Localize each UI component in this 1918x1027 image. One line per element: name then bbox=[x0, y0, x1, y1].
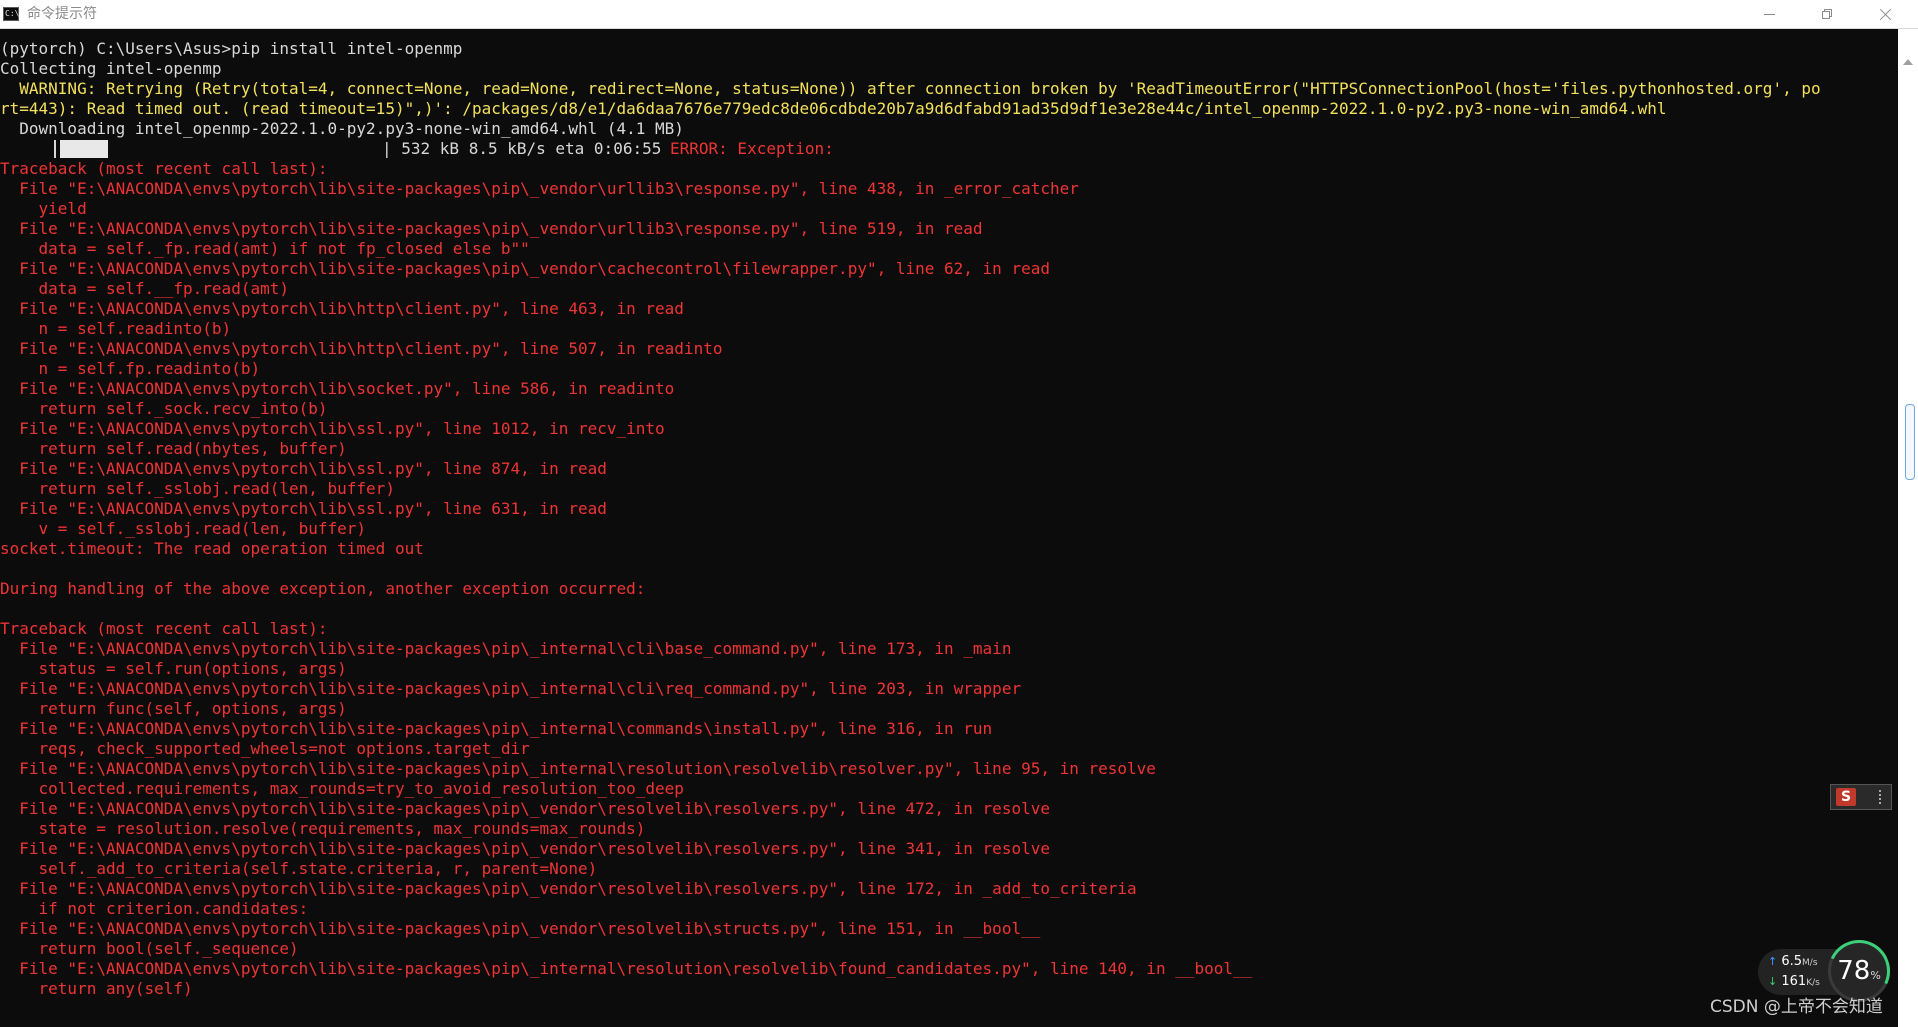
console-line: File "E:\ANACONDA\envs\pytorch\lib\site-… bbox=[0, 639, 1012, 658]
console-line: File "E:\ANACONDA\envs\pytorch\lib\ssl.p… bbox=[0, 419, 665, 438]
console-line: rt=443): Read timed out. (read timeout=1… bbox=[0, 99, 1667, 118]
csdn-watermark: CSDN @上帝不会知道 bbox=[1710, 997, 1883, 1017]
console-line: socket.timeout: The read operation timed… bbox=[0, 539, 424, 558]
window-title: 命令提示符 bbox=[27, 6, 97, 22]
console-line: File "E:\ANACONDA\envs\pytorch\lib\site-… bbox=[0, 759, 1156, 778]
console-line: data = self.__fp.read(amt) bbox=[0, 279, 289, 298]
console-line: Collecting intel-openmp bbox=[0, 59, 222, 78]
console-line: Downloading intel_openmp-2022.1.0-py2.py… bbox=[0, 119, 684, 138]
console-line: File "E:\ANACONDA\envs\pytorch\lib\site-… bbox=[0, 919, 1041, 938]
console-line: File "E:\ANACONDA\envs\pytorch\lib\site-… bbox=[0, 219, 983, 238]
close-icon bbox=[1879, 8, 1892, 21]
console-line: Traceback (most recent call last): bbox=[0, 619, 328, 638]
minimize-button[interactable] bbox=[1740, 0, 1798, 28]
download-progress-status: | 532 kB 8.5 kB/s eta 0:06:55 bbox=[382, 139, 662, 158]
console-line: v = self._sslobj.read(len, buffer) bbox=[0, 519, 367, 538]
sogou-ime-icon[interactable]: S bbox=[1836, 788, 1856, 806]
memory-usage-gauge[interactable]: 78% bbox=[1819, 931, 1899, 1011]
scroll-thumb[interactable] bbox=[1905, 404, 1915, 480]
console-line: During handling of the above exception, … bbox=[0, 579, 646, 598]
console-line: return any(self) bbox=[0, 979, 193, 998]
upload-speed: ↑ 6.5M/s bbox=[1768, 954, 1818, 971]
console-line: File "E:\ANACONDA\envs\pytorch\lib\socke… bbox=[0, 379, 675, 398]
console-line: File "E:\ANACONDA\envs\pytorch\lib\ssl.p… bbox=[0, 499, 607, 518]
console-line: (pytorch) C:\Users\Asus>pip install inte… bbox=[0, 39, 463, 58]
vertical-scrollbar[interactable] bbox=[1898, 29, 1918, 1027]
download-arrow-icon: ↓ bbox=[1768, 975, 1778, 988]
network-monitor-widget[interactable]: ↑ 6.5M/s ↓ 161K/s 78% bbox=[1758, 931, 1899, 1011]
ime-toolbar[interactable]: S bbox=[1830, 784, 1892, 810]
gauge-percent: 78% bbox=[1831, 957, 1887, 990]
console-line: yield bbox=[0, 199, 87, 218]
scroll-up-arrow-icon[interactable] bbox=[1903, 59, 1913, 65]
progress-bar-edge bbox=[54, 140, 56, 158]
console-line: status = self.run(options, args) bbox=[0, 659, 347, 678]
restore-button[interactable] bbox=[1798, 0, 1856, 28]
console-line: state = resolution.resolve(requirements,… bbox=[0, 819, 646, 838]
console-line: reqs, check_supported_wheels=not options… bbox=[0, 739, 530, 758]
console-line: self._add_to_criteria(self.state.criteri… bbox=[0, 859, 598, 878]
console-line: File "E:\ANACONDA\envs\pytorch\lib\site-… bbox=[0, 959, 1253, 978]
minimize-icon bbox=[1763, 13, 1775, 15]
restore-icon bbox=[1821, 8, 1833, 20]
cmd-icon: C:\ bbox=[3, 7, 19, 21]
download-speed: ↓ 161K/s bbox=[1768, 974, 1820, 991]
console-line: File "E:\ANACONDA\envs\pytorch\lib\site-… bbox=[0, 839, 1050, 858]
console-line: File "E:\ANACONDA\envs\pytorch\lib\site-… bbox=[0, 799, 1050, 818]
console-line: return self._sock.recv_into(b) bbox=[0, 399, 328, 418]
console-line: File "E:\ANACONDA\envs\pytorch\lib\ssl.p… bbox=[0, 459, 607, 478]
console-line: File "E:\ANACONDA\envs\pytorch\lib\http\… bbox=[0, 299, 684, 318]
close-button[interactable] bbox=[1856, 0, 1914, 28]
console-line: File "E:\ANACONDA\envs\pytorch\lib\site-… bbox=[0, 679, 1022, 698]
gauge-percent-value: 78 bbox=[1837, 956, 1871, 986]
console-output[interactable]: (pytorch) C:\Users\Asus>pip install inte… bbox=[0, 29, 1898, 1027]
console-line: n = self.readinto(b) bbox=[0, 319, 232, 338]
console-line: File "E:\ANACONDA\envs\pytorch\lib\http\… bbox=[0, 339, 723, 358]
upload-speed-value: 6.5 bbox=[1781, 954, 1803, 969]
console-line: collected.requirements, max_rounds=try_t… bbox=[0, 779, 684, 798]
gauge-percent-unit: % bbox=[1870, 969, 1881, 982]
download-speed-value: 161 bbox=[1781, 974, 1807, 989]
console-line: File "E:\ANACONDA\envs\pytorch\lib\site-… bbox=[0, 259, 1050, 278]
upload-speed-unit: M/s bbox=[1802, 958, 1818, 968]
console-line: File "E:\ANACONDA\envs\pytorch\lib\site-… bbox=[0, 179, 1079, 198]
console-line: return self.read(nbytes, buffer) bbox=[0, 439, 347, 458]
console-line: data = self._fp.read(amt) if not fp_clos… bbox=[0, 239, 530, 258]
title-bar: C:\ 命令提示符 bbox=[0, 0, 1918, 29]
console-line: n = self.fp.readinto(b) bbox=[0, 359, 261, 378]
console-line: if not criterion.candidates: bbox=[0, 899, 309, 918]
console-line: return self._sslobj.read(len, buffer) bbox=[0, 479, 395, 498]
console-line: File "E:\ANACONDA\envs\pytorch\lib\site-… bbox=[0, 719, 993, 738]
console-line: WARNING: Retrying (Retry(total=4, connec… bbox=[0, 79, 1821, 98]
download-speed-unit: K/s bbox=[1806, 978, 1820, 988]
console-line: Traceback (most recent call last): bbox=[0, 159, 328, 178]
error-label: ERROR: Exception: bbox=[670, 139, 834, 158]
ime-grip-icon[interactable] bbox=[1879, 790, 1887, 804]
upload-arrow-icon: ↑ bbox=[1768, 955, 1778, 968]
console-line: File "E:\ANACONDA\envs\pytorch\lib\site-… bbox=[0, 879, 1137, 898]
console-line: return func(self, options, args) bbox=[0, 699, 347, 718]
download-progress-bar bbox=[60, 140, 108, 158]
console-line: return bool(self._sequence) bbox=[0, 939, 299, 958]
